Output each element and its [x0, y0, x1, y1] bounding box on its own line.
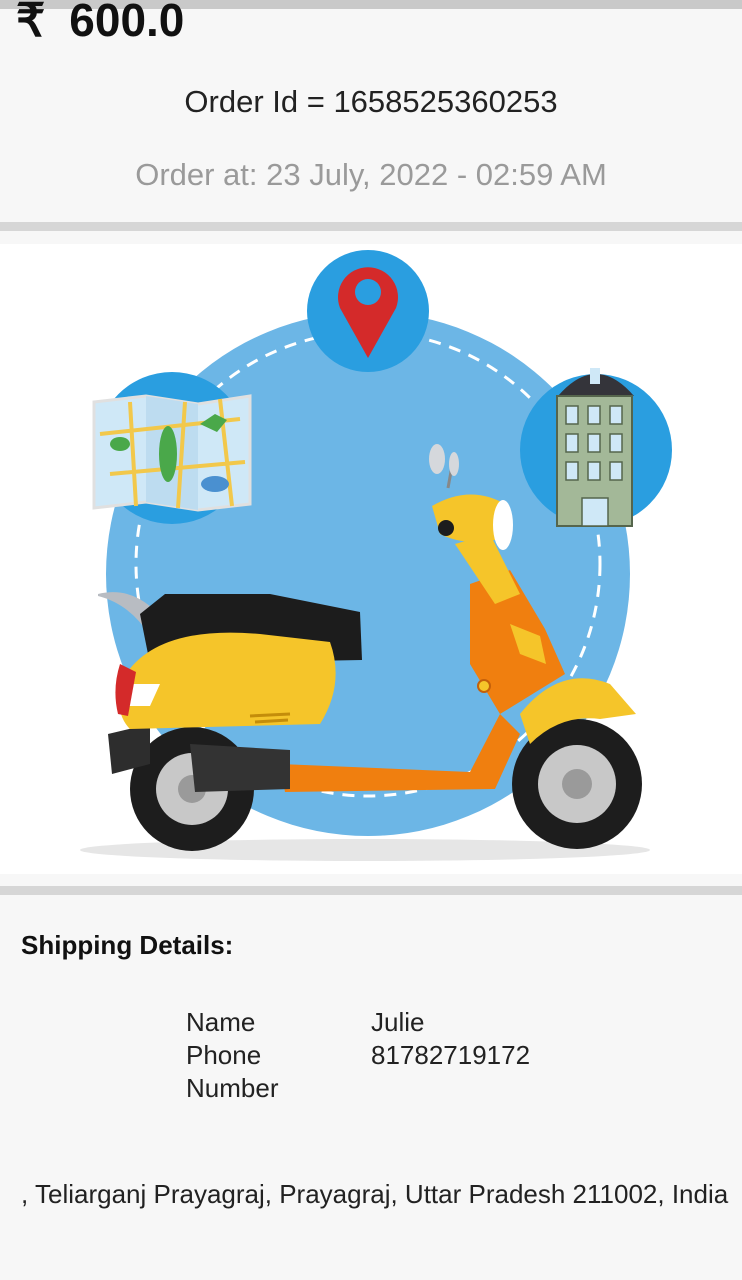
- shipping-name-row: Name Julie: [186, 1006, 606, 1039]
- order-id: Order Id = 1658525360253: [184, 84, 558, 119]
- shipping-info-table: Name Julie Phone Number 81782719172: [186, 1006, 606, 1105]
- phone-label: Phone Number: [186, 1040, 279, 1103]
- order-total-price: ₹600.0: [16, 0, 184, 46]
- section-divider: [0, 886, 742, 895]
- name-value: Julie: [371, 1007, 425, 1037]
- shipping-address: , Teliarganj Prayagraj, Prayagraj, Uttar…: [21, 1179, 729, 1209]
- phone-value: 81782719172: [371, 1040, 531, 1070]
- section-divider: [0, 222, 742, 231]
- order-amount: 600.0: [69, 0, 185, 46]
- shipping-details-title: Shipping Details:: [21, 930, 234, 960]
- order-timestamp: Order at: 23 July, 2022 - 02:59 AM: [135, 157, 607, 192]
- shipping-phone-row: Phone Number 81782719172: [186, 1039, 606, 1105]
- currency-symbol: ₹: [16, 0, 46, 46]
- location-pin-icon: [307, 250, 429, 372]
- delivery-illustration: [0, 244, 742, 874]
- name-label: Name: [186, 1007, 256, 1037]
